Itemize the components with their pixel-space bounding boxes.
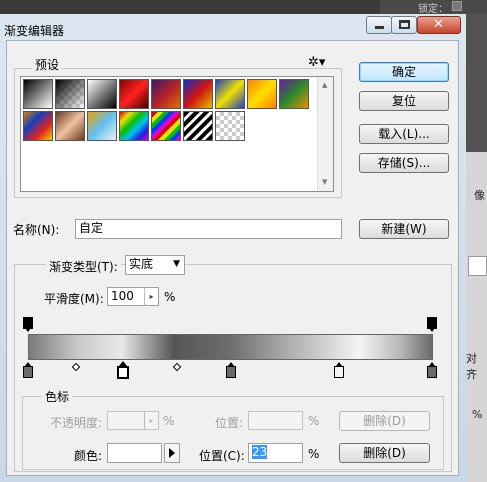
preset-spectrum[interactable] [119, 111, 149, 141]
preset-violet-orange[interactable] [151, 79, 181, 109]
preset-scrollbar[interactable]: ▲ ▼ [317, 77, 333, 191]
delete-opacity-stop-button[interactable]: 删除(D) [339, 411, 430, 431]
preset-transparent[interactable] [215, 111, 245, 141]
chevron-down-icon: ▼ [173, 259, 180, 269]
preset-blue-yellow-blue[interactable] [215, 79, 245, 109]
scroll-down-icon[interactable]: ▼ [322, 178, 327, 186]
color-position-unit: % [308, 447, 320, 461]
preset-swatches: ▲ ▼ [20, 76, 334, 192]
scroll-up-icon[interactable]: ▲ [322, 81, 327, 89]
presets-label: 预设 [32, 56, 63, 73]
color-position-label: 位置(C): [199, 449, 245, 463]
minimize-button[interactable] [366, 16, 392, 34]
reset-button[interactable]: 复位 [359, 91, 449, 111]
name-input[interactable]: 自定 [75, 219, 342, 239]
preset-black-transparent[interactable] [55, 79, 85, 109]
preset-transparent-stripes[interactable] [183, 111, 213, 141]
opacity-position-unit: % [308, 414, 320, 428]
gradient-type-select[interactable]: 实底 ▼ [125, 255, 185, 275]
play-arrow-icon [169, 448, 175, 458]
preset-spectrum-stripes[interactable] [23, 111, 53, 141]
background-panel-text: 像 [474, 189, 485, 202]
maximize-button[interactable] [391, 16, 417, 34]
preset-blue-red-yellow[interactable] [183, 79, 213, 109]
gear-icon[interactable]: ✲▾ [308, 55, 325, 70]
background-panel-percent: % [472, 408, 483, 421]
close-button[interactable]: ✕ [417, 16, 461, 34]
background-panel-text-align: 对齐 [466, 352, 477, 381]
gradient-preview-bar[interactable] [28, 334, 433, 360]
ok-button[interactable]: 确定 [359, 62, 449, 82]
smoothness-input[interactable]: 100 ▸ [107, 287, 159, 306]
smoothness-unit: % [164, 290, 176, 304]
preset-red[interactable] [119, 79, 149, 109]
name-label: 名称(N): [13, 223, 60, 237]
preset-copper[interactable] [55, 111, 85, 141]
load-button[interactable]: 载入(L)... [359, 124, 449, 144]
opacity-input[interactable]: ▸ [107, 411, 159, 430]
background-lock-label: 锁定： [418, 4, 448, 15]
opacity-label: 不透明度: [50, 416, 103, 430]
gradient-type-label: 渐变类型(T): [46, 258, 121, 275]
color-stop-selected[interactable] [117, 366, 129, 379]
color-stop-4[interactable] [427, 366, 437, 378]
preset-violet-green-orange[interactable] [279, 79, 309, 109]
preset-orange-yellow[interactable] [247, 79, 277, 109]
maximize-icon [399, 20, 410, 29]
color-label: 颜色: [74, 449, 103, 463]
close-icon: ✕ [433, 17, 444, 32]
smoothness-label: 平滑度(M): [44, 292, 104, 306]
new-button[interactable]: 新建(W) [359, 219, 449, 239]
opacity-stepper-icon[interactable]: ▸ [144, 412, 158, 429]
lock-icon [452, 1, 462, 11]
gradient-type-value: 实底 [129, 257, 154, 271]
color-stop-2[interactable] [226, 366, 236, 378]
color-picker-button[interactable] [164, 443, 180, 463]
opacity-stop-left-pointer-icon [25, 328, 31, 332]
color-stop-0[interactable] [23, 366, 33, 378]
delete-color-stop-button[interactable]: 删除(D) [339, 443, 430, 463]
opacity-unit: % [163, 414, 175, 428]
preset-black-white[interactable] [23, 79, 53, 109]
color-position-input[interactable]: 23 [248, 443, 303, 463]
stops-group-label: 色标 [42, 388, 73, 405]
color-swatch[interactable] [107, 443, 162, 463]
window-title: 渐变编辑器 [4, 24, 65, 38]
preset-transparent-rainbow[interactable] [151, 111, 181, 141]
background-panel-field [468, 256, 487, 276]
opacity-position-label: 位置: [215, 416, 244, 430]
color-position-value: 23 [252, 445, 268, 459]
preset-chrome[interactable] [87, 111, 117, 141]
preset-white-black[interactable] [87, 79, 117, 109]
color-stop-3[interactable] [334, 366, 344, 378]
save-button[interactable]: 存储(S)... [359, 153, 449, 173]
smoothness-stepper-icon[interactable]: ▸ [144, 288, 158, 305]
opacity-position-input[interactable] [248, 411, 303, 430]
opacity-stop-right-pointer-icon [429, 328, 435, 332]
minimize-icon [375, 26, 384, 29]
smoothness-value: 100 [111, 289, 134, 303]
